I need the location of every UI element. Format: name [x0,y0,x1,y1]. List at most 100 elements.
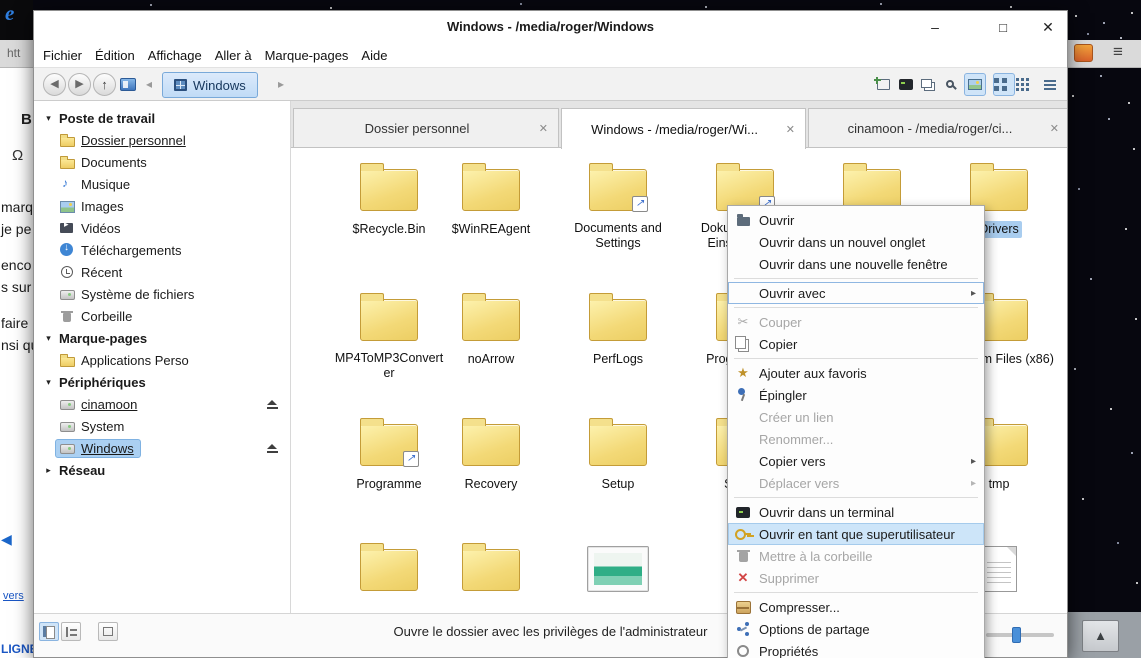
tab[interactable]: Dossier personnel ✕ [293,108,559,148]
tab[interactable]: cinamoon - /media/roger/ci... ✕ [808,108,1068,148]
context-menu-item[interactable]: Ouvrir dans une nouvelle fenêtre ▸ [728,253,984,275]
editor-omega-button[interactable]: Ω [12,147,23,164]
context-menu-item[interactable]: Mettre à la corbeille ▸ [728,545,984,567]
expander-arrow-icon[interactable]: ▸ [42,465,55,476]
sidebar-row[interactable]: Dossier personnel [34,129,290,151]
toolbar-button[interactable] [1039,73,1061,96]
path-button[interactable]: Windows [162,72,258,98]
menubar-item[interactable]: Édition [93,46,137,65]
archive-icon [734,599,752,615]
context-menu-item[interactable]: Propriétés ▸ [728,640,984,658]
back-arrow-icon[interactable]: ◀ [1,531,12,548]
context-menu-item[interactable]: Copier vers ▸ [728,450,984,472]
context-menu-item[interactable]: Ouvrir ▸ [728,209,984,231]
close-button[interactable]: ✕ [1036,16,1060,39]
context-menu-item[interactable]: Ouvrir dans un terminal ▸ [728,501,984,523]
context-menu-item[interactable]: Déplacer vers ▸ [728,472,984,494]
forward-button[interactable]: ▶ [68,73,91,96]
file-item[interactable]: Recovery [431,411,551,493]
tab-close-icon[interactable]: ✕ [539,122,548,135]
sidebar-row[interactable]: System [34,415,290,437]
sidebar-row-label: Applications Perso [81,353,189,368]
zoom-slider[interactable] [986,633,1054,637]
context-menu-item[interactable]: Épingler ▸ [728,384,984,406]
sidebar-row[interactable]: Vidéos [34,217,290,239]
back-button[interactable]: ◀ [43,73,66,96]
sidebar-row[interactable]: Applications Perso [34,349,290,371]
toolbar-button[interactable] [918,73,940,96]
tab-close-icon[interactable]: ✕ [1050,122,1059,135]
menubar-item[interactable]: Affichage [146,46,204,65]
toolbar-button[interactable] [872,73,894,96]
file-label: tmp [986,476,1013,493]
page-link[interactable]: vers [3,590,24,602]
sidebar-row[interactable]: Documents [34,151,290,173]
sidebar-row[interactable]: ▾ Poste de travail [34,107,290,129]
context-menu-item[interactable]: Ouvrir dans un nouvel onglet ▸ [728,231,984,253]
editor-bold-button[interactable]: B [21,111,32,128]
context-menu-item[interactable]: Créer un lien ▸ [728,406,984,428]
toolbar-button[interactable] [993,73,1015,96]
tab-close-icon[interactable]: ✕ [786,123,795,136]
new-tab-icon [877,79,890,90]
toolbar-button[interactable] [895,73,917,96]
sidebar-row[interactable]: Système de fichiers [34,283,290,305]
up-button[interactable]: ↑ [93,73,116,96]
file-item[interactable] [431,536,551,613]
sidebar-row[interactable]: ▾ Marque-pages [34,327,290,349]
eject-icon[interactable] [267,444,278,453]
file-item[interactable]: Setup [558,411,678,493]
hamburger-menu-icon[interactable]: ≡ [1113,42,1123,62]
toolbar-button[interactable] [1016,73,1038,96]
menubar-item[interactable]: Aller à [213,46,254,65]
file-item[interactable]: PerfLogs [558,286,678,368]
tab-label: Windows - /media/roger/Wi... [591,122,776,137]
minimize-button[interactable]: – [923,16,947,39]
sidebar-row[interactable]: Récent [34,261,290,283]
menubar-item[interactable]: Fichier [41,46,84,65]
sidebar-row-label: Périphériques [59,375,146,390]
bookmark-icon[interactable] [120,78,136,91]
file-item[interactable]: noArrow [431,286,551,368]
file-label: Setup [599,476,638,493]
file-item[interactable]: $WinREAgent [431,156,551,238]
sidebar-row[interactable]: Windows [34,437,290,459]
context-menu-item[interactable]: Supprimer ▸ [728,567,984,589]
sidebar-row[interactable]: Corbeille [34,305,290,327]
file-item[interactable] [558,536,678,613]
pathbar-scroll-left-icon[interactable]: ◂ [146,77,152,91]
context-menu-item[interactable]: Ajouter aux favoris ▸ [728,362,984,384]
eject-icon[interactable] [267,400,278,409]
context-menu-item[interactable]: Copier ▸ [728,333,984,355]
expander-arrow-icon[interactable]: ▾ [42,113,55,124]
context-menu-item[interactable]: Ouvrir en tant que superutilisateur ▸ [728,523,984,545]
sidebar-row[interactable]: ▾ Périphériques [34,371,290,393]
zoom-slider-handle[interactable] [1012,627,1021,643]
toolbar-button[interactable] [941,73,963,96]
context-menu-item[interactable]: Compresser... ▸ [728,596,984,618]
browser-addon-icon[interactable] [1074,44,1093,62]
context-menu-item[interactable]: Ouvrir avec ▸ [728,282,984,304]
menubar-item[interactable]: Aide [359,46,389,65]
titlebar[interactable]: Windows - /media/roger/Windows – □ ✕ [34,11,1067,44]
maximize-button[interactable]: □ [991,16,1015,39]
file-item[interactable]: Documents and Settings [558,156,678,252]
expander-arrow-icon[interactable]: ▾ [42,333,55,344]
sidebar-row[interactable]: Téléchargements [34,239,290,261]
folder-icon [59,353,75,367]
toolbar-button[interactable] [964,73,986,96]
context-menu-item[interactable]: Options de partage ▸ [728,618,984,640]
menubar-item[interactable]: Marque-pages [263,46,351,65]
sidebar-row[interactable]: Images [34,195,290,217]
sidebar-row[interactable]: Musique [34,173,290,195]
tab[interactable]: Windows - /media/roger/Wi... ✕ [561,108,806,149]
pathbar-scroll-right-icon[interactable]: ▸ [278,77,284,91]
sidebar-row[interactable]: ▸ Réseau [34,459,290,481]
context-menu-item[interactable]: Couper ▸ [728,311,984,333]
expander-arrow-icon[interactable]: ▾ [42,377,55,388]
browser-toolstrip-left: htt [0,40,33,68]
video-icon [59,221,75,235]
context-menu-item[interactable]: Renommer... ▸ [728,428,984,450]
scroll-up-button[interactable]: ▲ [1082,620,1119,652]
sidebar-row[interactable]: cinamoon [34,393,290,415]
